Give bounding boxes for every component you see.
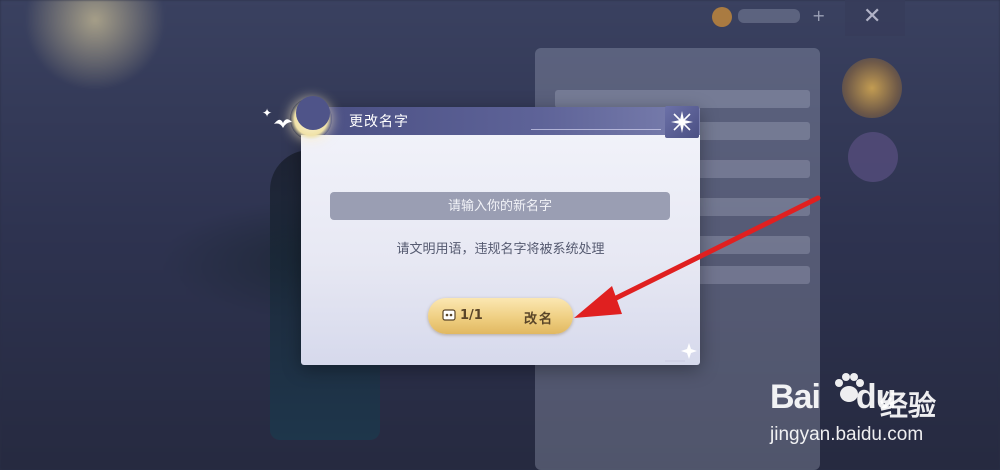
sparkle-icon: ✦ (262, 106, 273, 120)
bird-icon (274, 119, 292, 128)
currency-counter (738, 9, 800, 23)
rename-button[interactable]: 1/1 改名 (428, 298, 573, 334)
naming-hint: 请文明用语，违规名字将被系统处理 (396, 242, 605, 257)
new-name-input[interactable] (330, 192, 670, 220)
watermark-url: jingyan.baidu.com (770, 424, 924, 445)
paw-icon (835, 373, 864, 402)
close-dialog-button[interactable] (665, 106, 699, 138)
dialog-header: 更改名字 (301, 107, 700, 135)
close-icon (671, 111, 693, 133)
background-close-button: ✕ (845, 0, 905, 36)
rename-dialog: 更改名字 请文明用语，违规名字将被系统处理 1/1 改名 (301, 107, 700, 365)
header-divider (531, 129, 661, 130)
background-orb-icon (842, 58, 902, 118)
background-orb-icon (848, 132, 898, 182)
rename-card-icon (442, 309, 456, 321)
coin-icon (712, 7, 732, 27)
baidu-jingyan-watermark: Bai du 经验 jingyan.baidu.com (770, 373, 990, 458)
dialog-title: 更改名字 (349, 114, 409, 130)
moon-shade (296, 96, 330, 130)
rename-count: 1/1 (460, 308, 483, 323)
rename-button-label: 改名 (524, 312, 555, 327)
corner-sparkle-decoration (665, 343, 697, 362)
close-icon: ✕ (863, 4, 882, 29)
plus-icon: + (812, 6, 826, 25)
watermark-cn: 经验 (880, 389, 937, 422)
